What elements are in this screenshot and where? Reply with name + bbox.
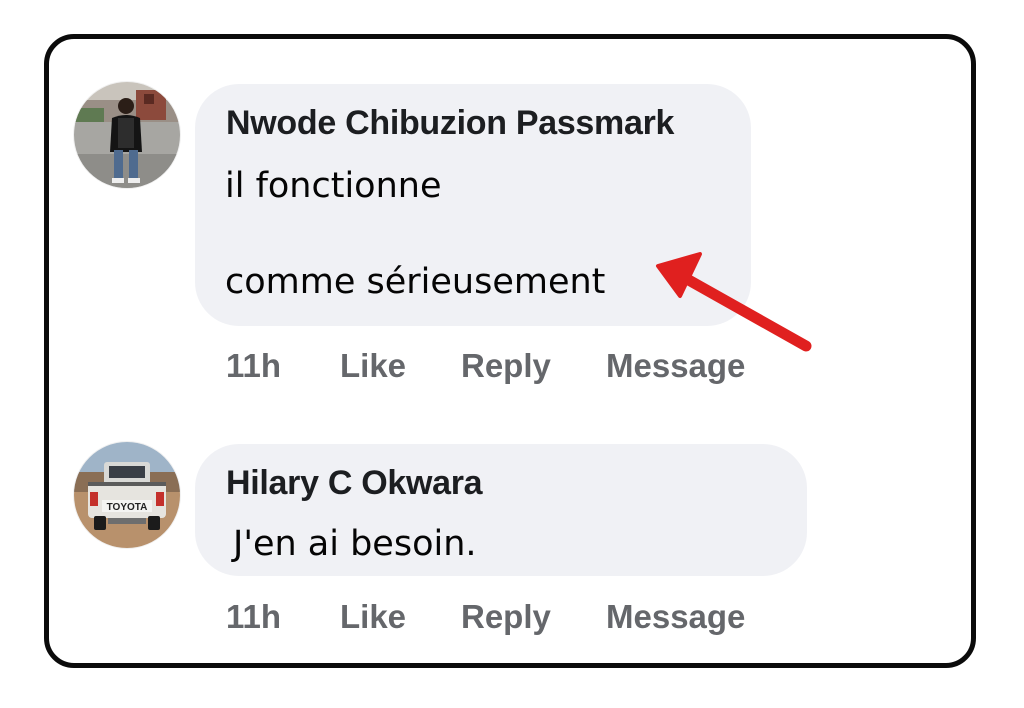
comment-text-line-1b: comme sérieusement: [225, 262, 606, 302]
comment-author-2[interactable]: Hilary C Okwara: [226, 464, 483, 503]
timestamp-2[interactable]: 11h: [226, 598, 281, 636]
truck-brand-logo: TOYOTA: [107, 502, 148, 513]
avatar-nwode[interactable]: [74, 82, 180, 188]
comment-author-1[interactable]: Nwode Chibuzion Passmark: [226, 104, 674, 143]
like-button-1[interactable]: Like: [340, 347, 406, 385]
pickup-truck-icon: TOYOTA: [74, 442, 180, 548]
comment-text-line-2: J'en ai besoin.: [233, 524, 477, 564]
timestamp-1[interactable]: 11h: [226, 347, 281, 385]
avatar-hilary[interactable]: TOYOTA: [74, 442, 180, 548]
reply-button-2[interactable]: Reply: [461, 598, 551, 636]
red-arrow-icon: [656, 252, 812, 352]
comment-actions-2: 11h Like Reply Message: [226, 598, 786, 638]
like-button-2[interactable]: Like: [340, 598, 406, 636]
message-button-1[interactable]: Message: [606, 347, 745, 385]
person-standing-icon: [74, 82, 180, 188]
comment-text-line-1a: il fonctionne: [225, 166, 442, 206]
comment-actions-1: 11h Like Reply Message: [226, 347, 786, 387]
reply-button-1[interactable]: Reply: [461, 347, 551, 385]
message-button-2[interactable]: Message: [606, 598, 745, 636]
